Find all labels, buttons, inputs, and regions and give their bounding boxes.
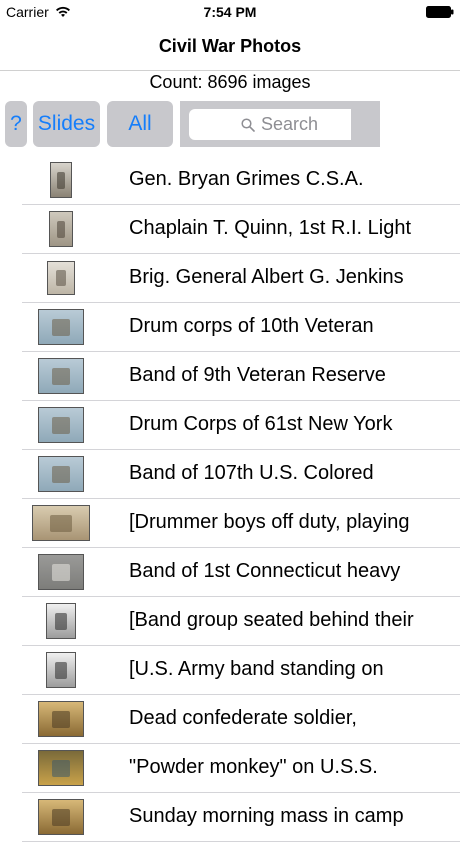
list-item[interactable]: [U.S. Army band standing on — [22, 646, 460, 695]
photo-thumbnail — [47, 261, 75, 295]
thumbnail-container — [22, 744, 100, 792]
thumbnail-container — [22, 156, 100, 204]
photo-thumbnail — [38, 309, 84, 345]
list-item-label: Sunday morning mass in camp — [129, 805, 404, 827]
photo-thumbnail — [46, 603, 76, 639]
thumbnail-container — [22, 254, 100, 302]
list-item[interactable]: [Band group seated behind their — [22, 597, 460, 646]
thumbnail-subject — [57, 171, 65, 189]
thumbnail-subject — [52, 416, 70, 434]
list-item[interactable]: Gen. Bryan Grimes C.S.A. — [22, 156, 460, 205]
list-item[interactable]: Drum Corps of 61st New York — [22, 401, 460, 450]
thumbnail-subject — [55, 612, 67, 630]
list-item-label: [Band group seated behind their — [129, 609, 414, 631]
list-item[interactable]: Band of 1st Connecticut heavy — [22, 548, 460, 597]
list-item-label: Dead confederate soldier, — [129, 707, 357, 729]
list-item-label: [Drummer boys off duty, playing — [129, 511, 410, 533]
photo-thumbnail — [38, 358, 84, 394]
list-item[interactable]: Chaplain T. Quinn, 1st R.I. Light — [22, 205, 460, 254]
photo-thumbnail — [46, 652, 76, 688]
thumbnail-subject — [52, 759, 70, 777]
all-button[interactable]: All — [107, 101, 173, 147]
list-item-label: Band of 1st Connecticut heavy — [129, 560, 401, 582]
thumbnail-container — [22, 793, 100, 841]
search-icon — [241, 117, 255, 132]
list-item[interactable]: Band of 9th Veteran Reserve — [22, 352, 460, 401]
thumbnail-container — [22, 352, 100, 400]
thumbnail-subject — [52, 367, 70, 385]
list-item[interactable]: Dead confederate soldier, — [22, 695, 460, 744]
status-bar: Carrier 7:54 PM — [0, 0, 460, 24]
navigation-bar: Civil War Photos — [0, 24, 460, 71]
list-item[interactable]: Brig. General Albert G. Jenkins — [22, 254, 460, 303]
thumbnail-container — [22, 646, 100, 694]
list-item-label: Brig. General Albert G. Jenkins — [129, 266, 404, 288]
thumbnail-subject — [52, 465, 70, 483]
thumbnail-subject — [56, 220, 66, 238]
list-item[interactable]: "Powder monkey" on U.S.S. — [22, 744, 460, 793]
search-placeholder: Search — [260, 114, 319, 134]
thumbnail-subject — [55, 270, 67, 286]
photo-thumbnail — [32, 505, 90, 541]
thumbnail-subject — [49, 514, 73, 532]
photo-thumbnail — [50, 162, 72, 198]
thumbnail-container — [22, 597, 100, 645]
thumbnail-subject — [52, 710, 70, 728]
battery-icon — [426, 6, 454, 18]
thumbnail-container — [22, 401, 100, 449]
photo-thumbnail — [38, 799, 84, 835]
list-item[interactable]: [Drummer boys off duty, playing — [22, 499, 460, 548]
thumbnail-container — [22, 548, 100, 596]
thumbnail-subject — [52, 318, 70, 336]
photo-thumbnail — [38, 456, 84, 492]
page-title: Civil War Photos — [158, 36, 302, 56]
list-item-label: [U.S. Army band standing on — [129, 658, 384, 680]
photo-thumbnail — [38, 750, 84, 786]
thumbnail-subject — [55, 661, 67, 679]
thumbnail-container — [22, 695, 100, 743]
list-item[interactable]: Drum corps of 10th Veteran — [22, 303, 460, 352]
photo-thumbnail — [38, 701, 84, 737]
search-input[interactable]: Search — [189, 109, 370, 140]
photo-thumbnail — [38, 554, 84, 590]
search-bar: Search — [180, 101, 370, 147]
thumbnail-container — [22, 450, 100, 498]
list-item-label: "Powder monkey" on U.S.S. — [129, 756, 378, 778]
list-item-label: Band of 107th U.S. Colored — [129, 462, 374, 484]
list-item-label: Drum Corps of 61st New York — [129, 413, 393, 435]
photo-thumbnail — [38, 407, 84, 443]
thumbnail-container — [22, 499, 100, 547]
list-item-label: Drum corps of 10th Veteran — [129, 315, 374, 337]
photo-thumbnail — [49, 211, 73, 247]
list-item-label: Chaplain T. Quinn, 1st R.I. Light — [129, 217, 412, 239]
list-item-label: Gen. Bryan Grimes C.S.A. — [129, 168, 364, 190]
thumbnail-container — [22, 205, 100, 253]
help-button[interactable]: ? — [5, 101, 27, 147]
thumbnail-subject — [52, 808, 70, 826]
slides-button[interactable]: Slides — [33, 101, 100, 147]
list-item-label: Band of 9th Veteran Reserve — [129, 364, 386, 386]
image-count-label: Count: 8696 images — [149, 72, 311, 92]
thumbnail-subject — [52, 563, 70, 581]
photo-list[interactable]: Gen. Bryan Grimes C.S.A. Chaplain T. Quin… — [0, 156, 460, 842]
toolbar: ? Slides All Search — [0, 98, 460, 150]
list-item[interactable]: Band of 107th U.S. Colored — [22, 450, 460, 499]
status-time: 7:54 PM — [203, 4, 257, 20]
thumbnail-container — [22, 303, 100, 351]
search-bar-edge — [351, 101, 380, 147]
